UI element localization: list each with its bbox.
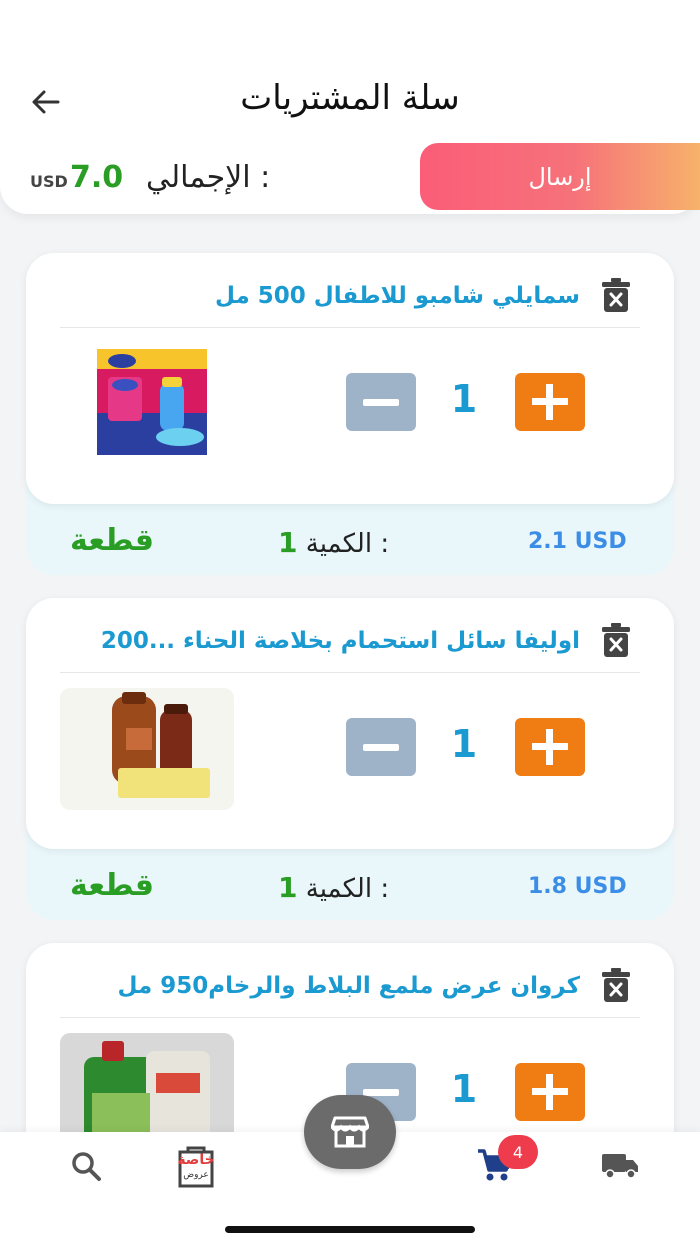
cart-item-body: سمايلي شامبو للاطفال 500 مل 1 — [26, 253, 674, 504]
decrease-quantity-button[interactable] — [346, 373, 416, 431]
store-icon — [331, 1116, 369, 1148]
cart-item: اوليفا سائل استحمام بخلاصة الحناء ...200… — [26, 598, 674, 920]
item-price: 2.1 USD — [528, 529, 627, 554]
total-label: الإجمالي : — [146, 160, 271, 195]
home-indicator[interactable] — [225, 1226, 475, 1233]
search-icon[interactable] — [70, 1150, 102, 1182]
send-button[interactable]: إرسال — [420, 143, 700, 210]
offers-logo-text: خاصة — [177, 1152, 215, 1168]
quantity-summary: 1 الكمية : — [278, 526, 390, 559]
divider — [60, 1017, 640, 1018]
increase-quantity-button[interactable] — [515, 373, 585, 431]
quantity-value: 1 — [450, 722, 478, 766]
item-price: 1.8 USD — [528, 874, 627, 899]
increase-quantity-button[interactable] — [515, 718, 585, 776]
product-name: كروان عرض ملمع البلاط والرخام950 مل — [117, 973, 581, 999]
minus-icon — [363, 1088, 399, 1096]
decrease-quantity-button[interactable] — [346, 718, 416, 776]
offers-logo-subtext: عروض — [183, 1170, 209, 1180]
product-image[interactable] — [60, 343, 234, 465]
quantity-value: 1 — [450, 1067, 478, 1111]
product-image[interactable] — [60, 688, 234, 810]
cart-item: سمايلي شامبو للاطفال 500 مل 1 قطعة 1 الك… — [26, 253, 674, 575]
header: سلة المشتريات إرسال الإجمالي : 7.0 USD — [0, 0, 700, 214]
total-value: 7.0 — [70, 160, 124, 195]
quantity-value: 1 — [450, 377, 478, 421]
product-name: اوليفا سائل استحمام بخلاصة الحناء ...200 — [100, 628, 580, 654]
minus-icon — [363, 743, 399, 751]
minus-icon — [363, 398, 399, 406]
back-arrow-icon[interactable] — [28, 84, 64, 120]
home-indicator-area — [0, 1198, 700, 1244]
page-title: سلة المشتريات — [240, 78, 460, 118]
unit-label: قطعة — [70, 868, 154, 903]
product-name: سمايلي شامبو للاطفال 500 مل — [215, 283, 580, 309]
cart-count-badge: 4 — [498, 1135, 538, 1169]
divider — [60, 672, 640, 673]
delete-icon[interactable] — [600, 967, 632, 1003]
total-currency: USD — [30, 172, 68, 191]
delete-icon[interactable] — [600, 277, 632, 313]
increase-quantity-button[interactable] — [515, 1063, 585, 1121]
store-button[interactable] — [304, 1095, 396, 1169]
truck-icon[interactable] — [600, 1152, 640, 1180]
divider — [60, 327, 640, 328]
cart-item-body: اوليفا سائل استحمام بخلاصة الحناء ...200… — [26, 598, 674, 849]
unit-label: قطعة — [70, 523, 154, 558]
quantity-summary: 1 الكمية : — [278, 871, 390, 904]
delete-icon[interactable] — [600, 622, 632, 658]
